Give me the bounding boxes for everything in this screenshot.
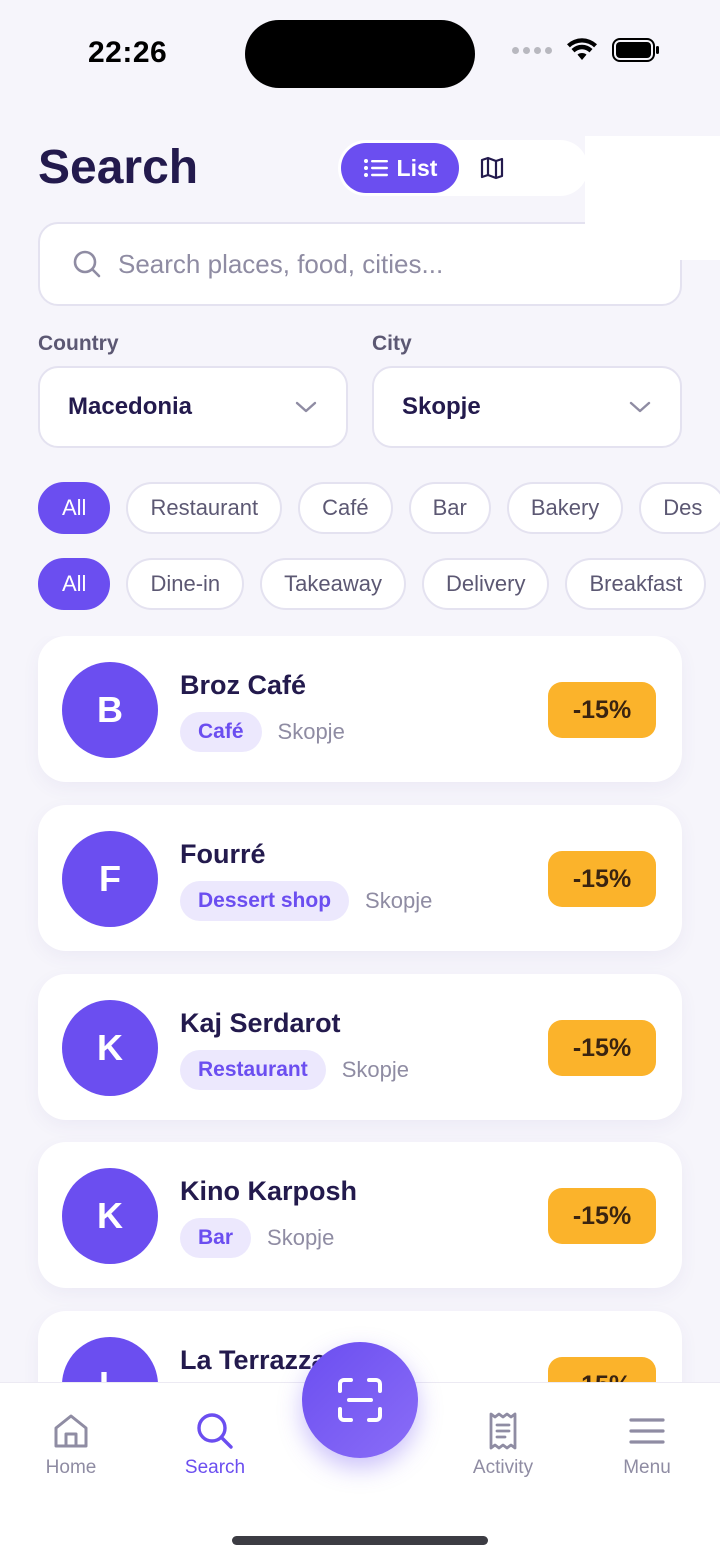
- home-icon: [54, 1414, 88, 1448]
- avatar: F: [62, 831, 158, 927]
- tab-activity-label: Activity: [472, 1457, 534, 1478]
- map-view-button[interactable]: [479, 143, 519, 193]
- place-name: Broz Café: [180, 670, 307, 700]
- city-label: City: [372, 332, 412, 355]
- category-chip-row: All Restaurant Café Bar Bakery Des: [38, 482, 720, 534]
- tab-search[interactable]: Search: [160, 1411, 270, 1479]
- type-badge: Dessert shop: [180, 881, 350, 921]
- place-card[interactable]: K Kino Karposh Bar Skopje -15%: [38, 1142, 682, 1288]
- place-meta: Restaurant Skopje: [180, 1050, 409, 1090]
- tab-menu-label: Menu: [623, 1457, 671, 1478]
- place-card[interactable]: F Fourré Dessert shop Skopje -15%: [38, 805, 682, 951]
- place-city: Skopje: [365, 888, 433, 913]
- status-bar: 22:26: [0, 0, 720, 110]
- menu-icon: [629, 1418, 665, 1444]
- search-icon: [73, 250, 101, 278]
- service-chip-takeaway[interactable]: Takeaway: [260, 558, 406, 610]
- tab-home-label: Home: [45, 1457, 97, 1478]
- service-chip-delivery[interactable]: Delivery: [422, 558, 550, 610]
- place-name: La Terrazza: [180, 1345, 327, 1375]
- place-card[interactable]: B Broz Café Café Skopje -15%: [38, 636, 682, 782]
- tab-activity[interactable]: Activity: [448, 1411, 558, 1479]
- category-chip-bakery[interactable]: Bakery: [506, 482, 624, 534]
- avatar: K: [62, 1168, 158, 1264]
- tab-search-label: Search: [184, 1457, 246, 1478]
- category-chip-cafe[interactable]: Café: [298, 482, 393, 534]
- category-chip-dessert[interactable]: Des: [639, 482, 720, 534]
- chevron-down-icon: [629, 401, 651, 413]
- type-badge: Bar: [180, 1218, 252, 1258]
- battery-icon: [612, 38, 659, 62]
- place-meta: Dessert shop Skopje: [180, 881, 432, 921]
- cellular-signal-icon: [512, 46, 552, 54]
- category-chip-restaurant[interactable]: Restaurant: [126, 482, 283, 534]
- search-icon: [197, 1413, 233, 1449]
- avatar: L: [62, 1337, 158, 1382]
- places-list: B Broz Café Café Skopje -15% F Fourré De…: [0, 636, 720, 1382]
- place-card[interactable]: K Kaj Serdarot Restaurant Skopje -15%: [38, 974, 682, 1120]
- country-label: Country: [38, 332, 119, 355]
- category-chip-bar[interactable]: Bar: [408, 482, 491, 534]
- receipt-icon: [489, 1412, 517, 1450]
- discount-badge: -15%: [548, 682, 656, 738]
- home-indicator: [232, 1536, 488, 1545]
- filter-chips: All Restaurant Café Bar Bakery Des All D…: [0, 470, 720, 630]
- overlay-panel: [585, 136, 720, 260]
- list-icon: [363, 159, 388, 177]
- service-chip-breakfast[interactable]: Breakfast: [565, 558, 707, 610]
- search-placeholder: Search places, food, cities...: [118, 248, 444, 279]
- discount-badge: -15%: [548, 1188, 656, 1244]
- list-view-label: List: [396, 154, 438, 181]
- tab-menu[interactable]: Menu: [592, 1411, 702, 1479]
- map-icon: [480, 156, 504, 180]
- type-badge: Restaurant: [180, 1050, 326, 1090]
- place-meta: Café Skopje: [180, 712, 345, 752]
- status-icons: [512, 38, 660, 62]
- discount-badge: -15%: [548, 1020, 656, 1076]
- discount-badge: -15%: [548, 851, 656, 907]
- service-chip-row: All Dine-in Takeaway Delivery Breakfast: [38, 558, 707, 610]
- status-time: 22:26: [88, 36, 168, 69]
- city-value: Skopje: [402, 393, 481, 420]
- place-meta: Bar Skopje: [180, 1218, 334, 1258]
- view-toggle: List: [338, 140, 588, 196]
- place-name: Kaj Serdarot: [180, 1008, 341, 1038]
- wifi-icon: [567, 38, 597, 60]
- place-city: Skopje: [267, 1225, 335, 1250]
- category-chip-all[interactable]: All: [38, 482, 111, 534]
- service-chip-dine-in[interactable]: Dine-in: [126, 558, 245, 610]
- place-name: Fourré: [180, 839, 266, 869]
- scan-icon: [338, 1378, 382, 1422]
- scan-button[interactable]: [302, 1342, 418, 1458]
- country-select[interactable]: Macedonia: [38, 366, 348, 448]
- list-view-button[interactable]: List: [341, 143, 459, 193]
- type-badge: Café: [180, 712, 262, 752]
- chevron-down-icon: [295, 401, 317, 413]
- discount-badge: -15%: [548, 1357, 656, 1382]
- country-value: Macedonia: [68, 393, 193, 420]
- tab-home[interactable]: Home: [16, 1411, 126, 1479]
- avatar: B: [62, 662, 158, 758]
- dynamic-island: [245, 20, 475, 88]
- place-name: Kino Karposh: [180, 1176, 358, 1206]
- avatar: K: [62, 1000, 158, 1096]
- service-chip-all[interactable]: All: [38, 558, 111, 610]
- city-select[interactable]: Skopje: [372, 366, 682, 448]
- place-city: Skopje: [341, 1057, 409, 1082]
- place-city: Skopje: [277, 719, 345, 744]
